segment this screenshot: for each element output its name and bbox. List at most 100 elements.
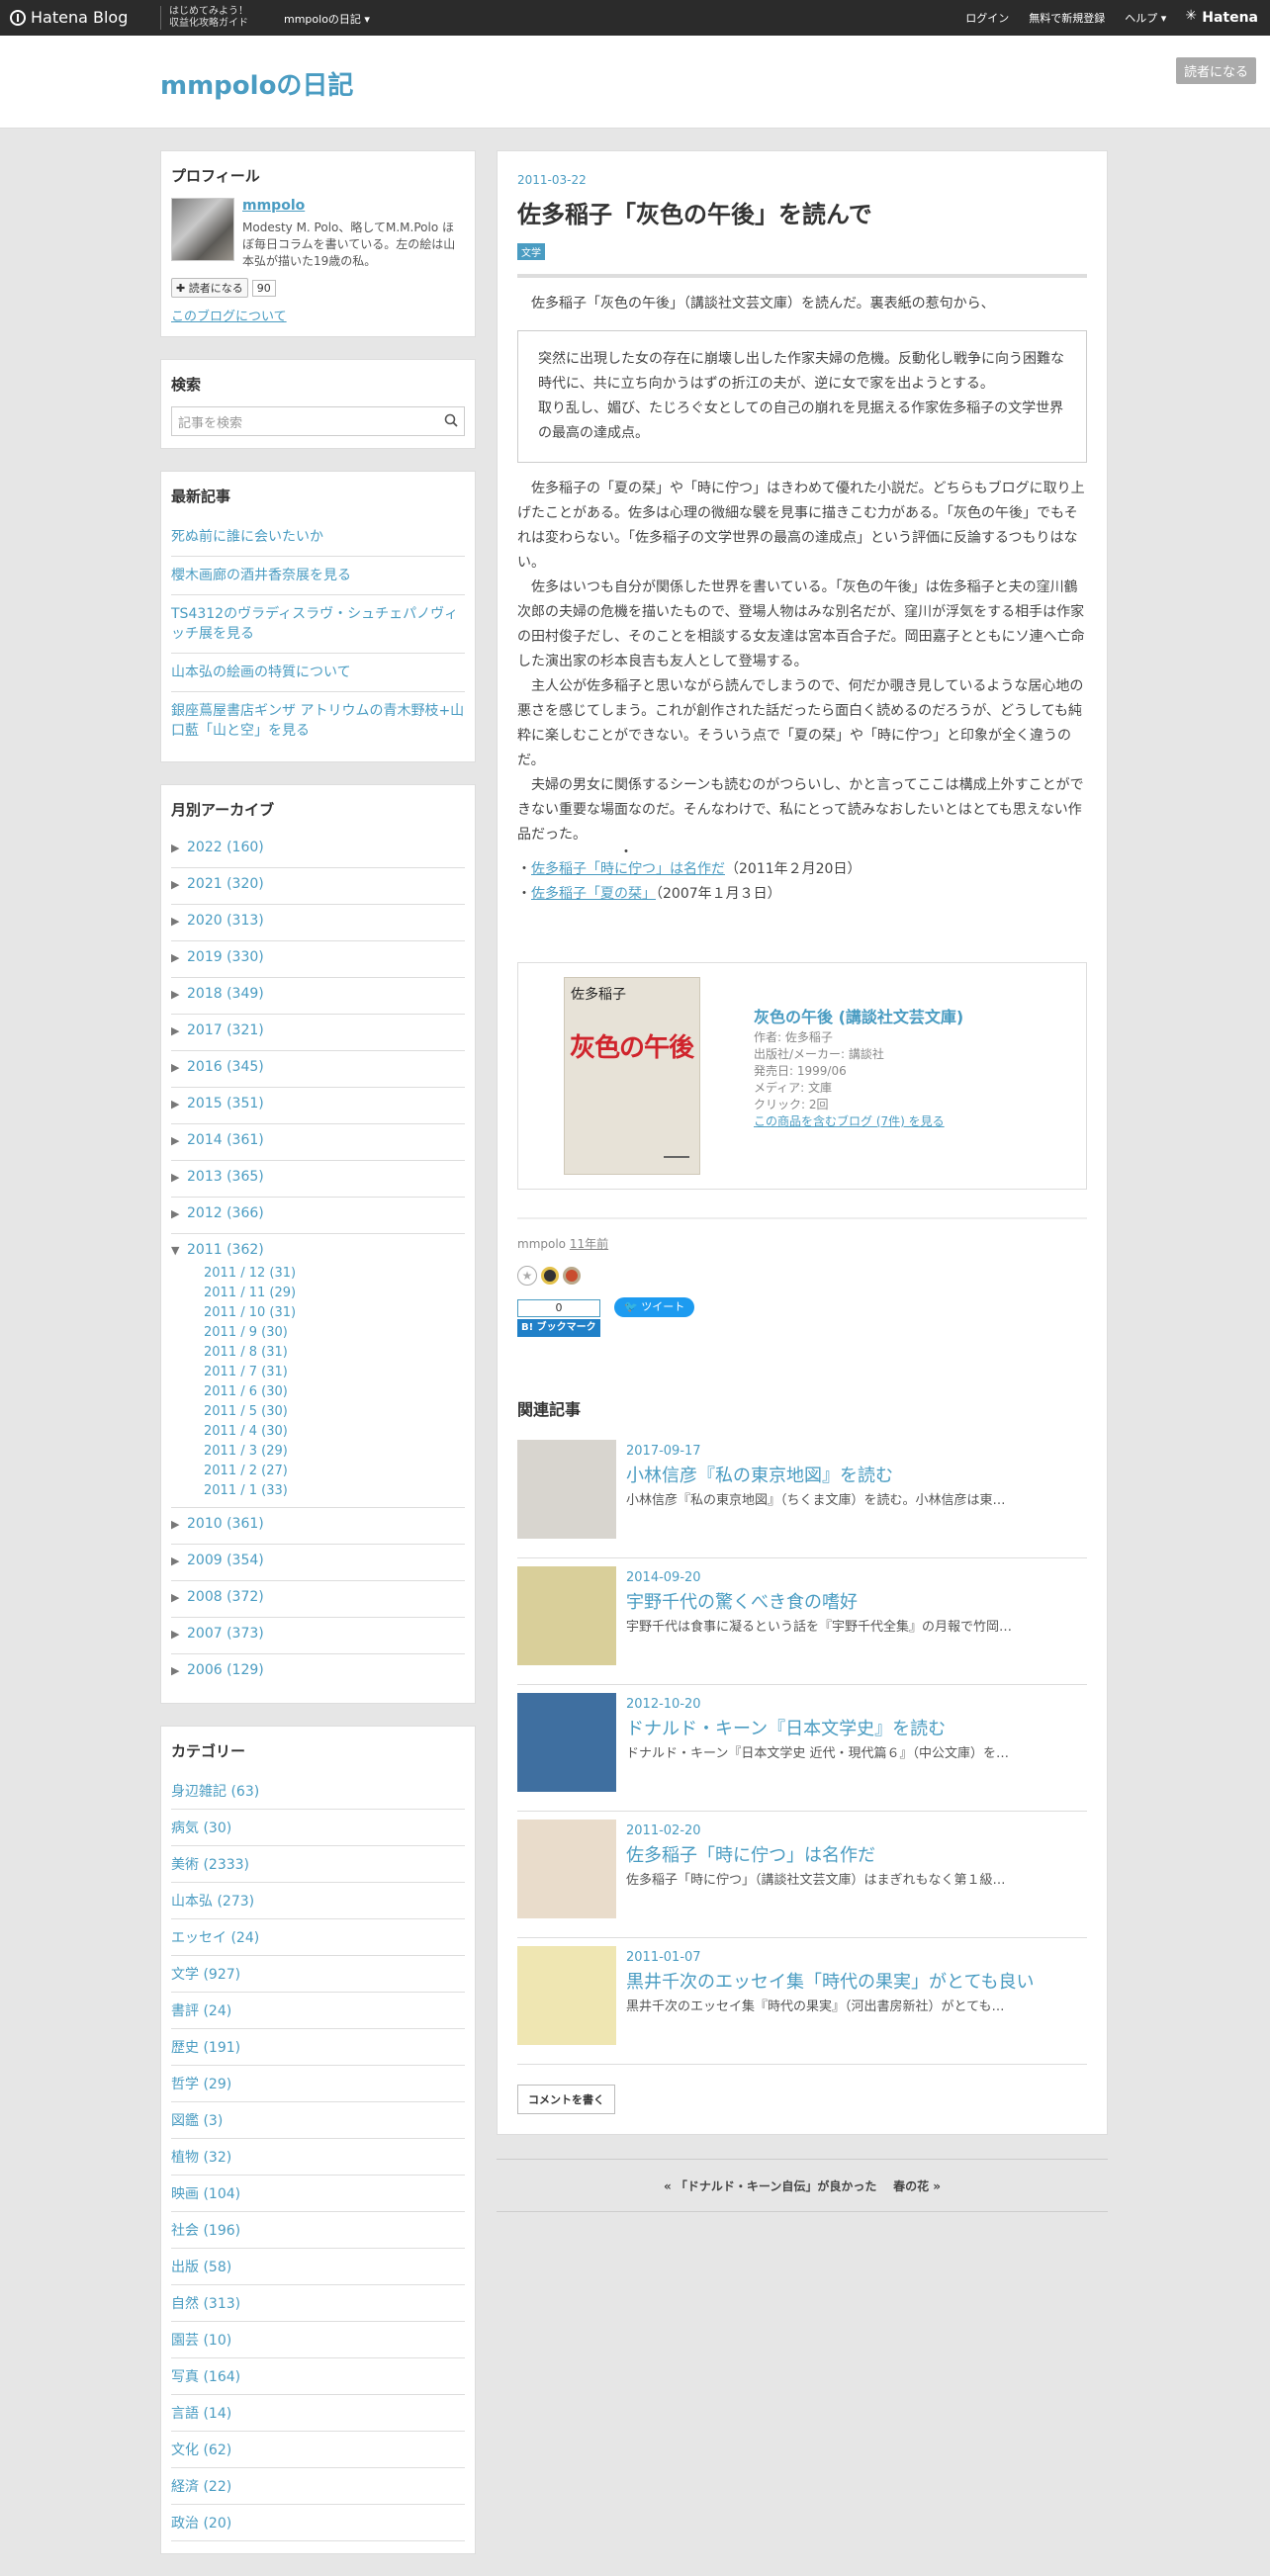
product-title-link[interactable]: 灰色の午後 (講談社文芸文庫): [754, 1009, 963, 1025]
archive-year-label[interactable]: 2010 (361): [187, 1516, 264, 1532]
triangle-right-icon[interactable]: ▶: [171, 988, 187, 1001]
bookmark-button[interactable]: B! ブックマーク: [517, 1319, 600, 1337]
related-thumbnail[interactable]: [517, 1946, 616, 2045]
category-link[interactable]: 山本弘 (273): [171, 1883, 465, 1919]
category-link[interactable]: 写真 (164): [171, 2358, 465, 2395]
triangle-right-icon[interactable]: ▶: [171, 1134, 187, 1147]
hatena-blog-logo[interactable]: Hatena Blog: [10, 8, 128, 27]
related-thumbnail[interactable]: [517, 1566, 616, 1665]
recent-entry-link[interactable]: 死ぬ前に誰に会いたいか: [171, 518, 465, 557]
archive-month-link[interactable]: 2011 / 9 (30): [171, 1323, 465, 1343]
archive-year-item[interactable]: ▶ 2010 (361): [171, 1508, 465, 1545]
archive-year-item[interactable]: ▶ 2013 (365): [171, 1161, 465, 1198]
recent-entry-link[interactable]: TS4312のヴラディスラヴ・シュチェパノヴィッチ展を見る: [171, 595, 465, 654]
archive-month-link[interactable]: 2011 / 5 (30): [171, 1402, 465, 1422]
archive-year-item[interactable]: ▶ 2019 (330): [171, 941, 465, 978]
archive-year-label[interactable]: 2019 (330): [187, 949, 264, 965]
archive-month-link[interactable]: 2011 / 1 (33): [171, 1481, 465, 1501]
triangle-right-icon[interactable]: ▶: [171, 1061, 187, 1074]
category-link[interactable]: 政治 (20): [171, 2505, 465, 2541]
tweet-button[interactable]: 🐦 ツイート: [614, 1297, 695, 1317]
profile-subscribe-button[interactable]: ✚ 読者になる: [171, 278, 248, 298]
book-cover-image[interactable]: 佐多稲子 灰色の午後: [564, 977, 700, 1175]
triangle-right-icon[interactable]: ▶: [171, 842, 187, 854]
archive-month-link[interactable]: 2011 / 4 (30): [171, 1422, 465, 1442]
category-link[interactable]: 文化 (62): [171, 2432, 465, 2468]
archive-year-item[interactable]: ▶ 2008 (372): [171, 1581, 465, 1618]
related-thumbnail[interactable]: [517, 1820, 616, 1918]
category-link[interactable]: 病気 (30): [171, 1810, 465, 1846]
archive-year-label[interactable]: 2018 (349): [187, 986, 264, 1002]
subscribe-button[interactable]: 読者になる: [1175, 57, 1256, 84]
related-entry[interactable]: 2017-09-17 小林信彦『私の東京地図』を読む 小林信彦『私の東京地図』（ちく…: [517, 1432, 1087, 1558]
archive-year-label[interactable]: 2013 (365): [187, 1169, 264, 1185]
category-link[interactable]: 映画 (104): [171, 2176, 465, 2212]
related-entry[interactable]: 2011-01-07 黒井千次のエッセイ集「時代の果実」がとても良い 黒井千次のエッ…: [517, 1938, 1087, 2065]
hatena-logo[interactable]: Hatena: [1185, 8, 1258, 26]
triangle-right-icon[interactable]: ▶: [171, 1554, 187, 1567]
related-title-link[interactable]: ドナルド・キーン『日本文学史』を読む: [626, 1715, 946, 1740]
archive-year-item[interactable]: ▶ 2015 (351): [171, 1088, 465, 1124]
triangle-right-icon[interactable]: ▶: [171, 1024, 187, 1037]
archive-year-item[interactable]: ▶ 2012 (366): [171, 1198, 465, 1234]
archive-month-link[interactable]: 2011 / 6 (30): [171, 1382, 465, 1402]
archive-year-label[interactable]: 2015 (351): [187, 1096, 264, 1111]
category-link[interactable]: 美術 (2333): [171, 1846, 465, 1883]
triangle-right-icon[interactable]: ▶: [171, 1518, 187, 1531]
archive-year-label[interactable]: 2012 (366): [187, 1205, 264, 1221]
category-link[interactable]: 哲学 (29): [171, 2066, 465, 2102]
star-user-icon[interactable]: [563, 1267, 581, 1285]
related-thumbnail[interactable]: [517, 1693, 616, 1792]
category-link[interactable]: 歴史 (191): [171, 2029, 465, 2066]
archive-year-label[interactable]: 2021 (320): [187, 876, 264, 892]
avatar[interactable]: [171, 198, 234, 261]
triangle-right-icon[interactable]: ▶: [171, 1207, 187, 1220]
about-blog-link[interactable]: このブログについて: [171, 306, 465, 324]
archive-month-link[interactable]: 2011 / 8 (31): [171, 1343, 465, 1363]
category-link[interactable]: 言語 (14): [171, 2395, 465, 2432]
category-link[interactable]: 社会 (196): [171, 2212, 465, 2249]
related-entry-link[interactable]: 佐多稲子「時に佇つ」は名作だ: [531, 861, 725, 877]
archive-year-label[interactable]: 2016 (345): [187, 1059, 264, 1075]
category-link[interactable]: 出版 (58): [171, 2249, 465, 2285]
triangle-right-icon[interactable]: ▶: [171, 1591, 187, 1604]
monetize-guide-link[interactable]: はじめてみよう！ 収益化攻略ガイド: [169, 6, 248, 30]
related-entry[interactable]: 2012-10-20 ドナルド・キーン『日本文学史』を読む ドナルド・キーン『日本文…: [517, 1685, 1087, 1812]
archive-year-label[interactable]: 2008 (372): [187, 1589, 264, 1605]
triangle-right-icon[interactable]: ▶: [171, 1664, 187, 1677]
search-input[interactable]: 記事を検索: [171, 406, 465, 436]
login-link[interactable]: ログイン: [965, 10, 1009, 26]
category-link[interactable]: 園芸 (10): [171, 2322, 465, 2358]
triangle-right-icon[interactable]: ▶: [171, 915, 187, 928]
archive-month-link[interactable]: 2011 / 3 (29): [171, 1442, 465, 1462]
archive-month-link[interactable]: 2011 / 7 (31): [171, 1363, 465, 1382]
related-thumbnail[interactable]: [517, 1440, 616, 1539]
entry-date[interactable]: 2011-03-22: [517, 173, 1087, 187]
prev-entry-link[interactable]: « 「ドナルド・キーン自伝」が良かった: [664, 2179, 876, 2193]
related-title-link[interactable]: 黒井千次のエッセイ集「時代の果実」がとても良い: [626, 1968, 1035, 1994]
entry-time[interactable]: 11年前: [570, 1237, 608, 1251]
category-link[interactable]: 図鑑 (3): [171, 2102, 465, 2139]
archive-year-item[interactable]: ▼ 2011 (362) 2011 / 12 (31) 2011 / 11 (29) 2…: [171, 1234, 465, 1508]
archive-year-label[interactable]: 2020 (313): [187, 913, 264, 929]
archive-year-item[interactable]: ▶ 2017 (321): [171, 1015, 465, 1051]
help-menu[interactable]: ヘルプ ▾: [1125, 10, 1166, 26]
entry-author[interactable]: mmpolo: [517, 1237, 566, 1251]
archive-year-item[interactable]: ▶ 2006 (129): [171, 1654, 465, 1691]
triangle-right-icon[interactable]: ▶: [171, 878, 187, 891]
triangle-down-icon[interactable]: ▼: [171, 1244, 187, 1257]
category-link[interactable]: 書評 (24): [171, 1993, 465, 2029]
recent-entry-link[interactable]: 櫻木画廊の酒井香奈展を見る: [171, 557, 465, 595]
category-link[interactable]: 植物 (32): [171, 2139, 465, 2176]
recent-entry-link[interactable]: 山本弘の絵画の特質について: [171, 654, 465, 692]
blog-menu[interactable]: mmpoloの日記 ▾: [284, 11, 370, 27]
archive-year-label[interactable]: 2014 (361): [187, 1132, 264, 1148]
archive-month-link[interactable]: 2011 / 12 (31): [171, 1264, 465, 1284]
archive-year-label[interactable]: 2017 (321): [187, 1022, 264, 1038]
archive-year-item[interactable]: ▶ 2007 (373): [171, 1618, 465, 1654]
related-title-link[interactable]: 小林信彦『私の東京地図』を読む: [626, 1462, 893, 1487]
profile-name-link[interactable]: mmpolo: [242, 198, 465, 214]
archive-month-link[interactable]: 2011 / 11 (29): [171, 1284, 465, 1303]
archive-year-item[interactable]: ▶ 2021 (320): [171, 868, 465, 905]
product-blogs-link[interactable]: この商品を含むブログ (7件) を見る: [754, 1113, 963, 1130]
